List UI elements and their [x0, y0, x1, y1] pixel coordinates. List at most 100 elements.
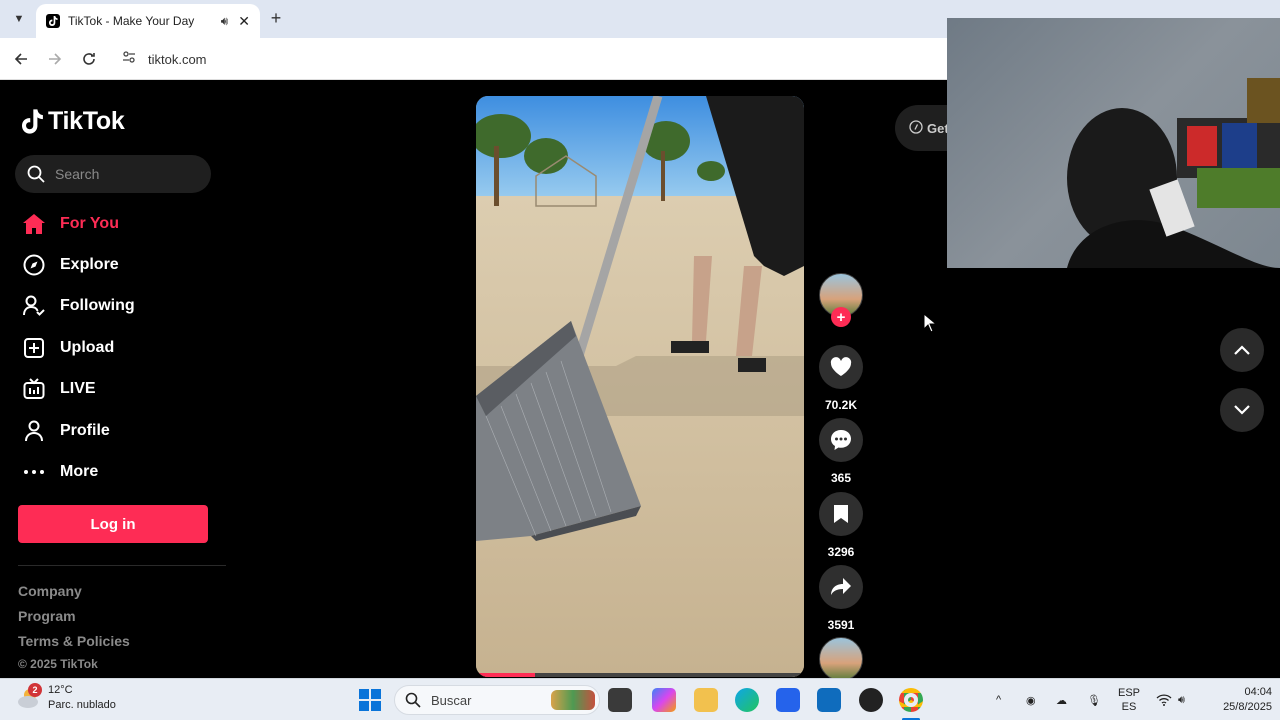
- search-icon: [27, 165, 45, 183]
- wifi-icon[interactable]: [1156, 679, 1172, 720]
- next-video-button[interactable]: [1220, 388, 1264, 432]
- back-icon[interactable]: [10, 48, 32, 70]
- language-top: ESP: [1118, 687, 1141, 699]
- site-settings-icon[interactable]: [122, 50, 136, 69]
- chrome-icon[interactable]: [899, 688, 923, 712]
- sidebar-item-explore[interactable]: Explore: [22, 244, 135, 285]
- video-progress-bar[interactable]: [476, 673, 804, 677]
- creator-avatar-button[interactable]: +: [818, 273, 864, 327]
- tiktok-logo-text: TikTok: [48, 107, 125, 135]
- tab-close-icon[interactable]: ✕: [238, 13, 250, 30]
- video-player[interactable]: [476, 96, 804, 677]
- tray-app-icon[interactable]: ◉: [1026, 679, 1036, 720]
- new-tab-button[interactable]: +: [266, 8, 286, 28]
- get-app-label: Get: [927, 120, 949, 136]
- chevron-down-icon: [1234, 405, 1250, 415]
- tab-audio-icon[interactable]: 🔊︎: [221, 14, 229, 29]
- weather-widget[interactable]: 2 12°C Parc. nublado: [16, 683, 116, 713]
- sidebar-item-label: Explore: [60, 256, 119, 274]
- comment-icon: [819, 418, 863, 462]
- forward-icon[interactable]: [44, 48, 66, 70]
- microphone-icon[interactable]: 🎙︎: [1087, 679, 1101, 720]
- live-tv-icon: [22, 377, 46, 401]
- sidebar-item-upload[interactable]: Upload: [22, 327, 135, 368]
- weather-cloud-icon: 2: [16, 683, 42, 711]
- windows-start-icon[interactable]: [358, 688, 382, 712]
- more-dots-icon: [22, 460, 46, 484]
- tab-search-chevron-icon[interactable]: ▼: [8, 8, 30, 30]
- search-placeholder: Search: [55, 166, 100, 182]
- copyright-text: © 2025 TikTok: [18, 657, 98, 671]
- taskbar-search-box[interactable]: Buscar: [394, 685, 600, 715]
- get-app-icon: [909, 119, 923, 137]
- sidebar-item-label: Profile: [60, 421, 110, 439]
- sidebar-item-label: LIVE: [60, 380, 96, 398]
- copilot-icon[interactable]: [652, 688, 676, 712]
- search-highlight-image: [551, 690, 595, 710]
- profile-icon: [22, 419, 46, 443]
- outlook-icon[interactable]: [817, 688, 841, 712]
- footer-link-terms[interactable]: Terms & Policies: [18, 633, 130, 649]
- mouse-cursor-icon: [923, 313, 937, 333]
- sidebar-item-profile[interactable]: Profile: [22, 410, 135, 451]
- sidebar-item-following[interactable]: Following: [22, 286, 135, 327]
- home-icon: [22, 212, 46, 236]
- footer-link-company[interactable]: Company: [18, 583, 82, 599]
- weather-description: Parc. nublado: [48, 699, 116, 711]
- clock-time: 04:04: [1244, 686, 1272, 698]
- webcam-person-image: [1067, 78, 1280, 268]
- browser-tab[interactable]: TikTok - Make Your Day 🔊︎ ✕: [36, 4, 260, 38]
- tiktok-logo-icon: [22, 109, 43, 134]
- task-view-icon[interactable]: [608, 688, 632, 712]
- heart-icon: [819, 345, 863, 389]
- sidebar-item-label: For You: [60, 214, 119, 232]
- previous-video-button[interactable]: [1220, 328, 1264, 372]
- windows-taskbar: 2 12°C Parc. nublado Buscar ^ ◉ ☁ 🎙︎ ESP…: [0, 678, 1280, 720]
- edge-browser-icon[interactable]: [735, 688, 759, 712]
- onedrive-icon[interactable]: ☁: [1056, 679, 1067, 720]
- following-icon: [22, 294, 46, 318]
- sidebar-item-label: Following: [60, 297, 135, 315]
- tab-title: TikTok - Make Your Day: [68, 14, 195, 28]
- weather-badge: 2: [28, 683, 42, 697]
- video-progress-fill: [476, 673, 536, 677]
- show-hidden-icons-icon[interactable]: ^: [996, 679, 1001, 720]
- search-input[interactable]: Search: [15, 155, 211, 193]
- like-button[interactable]: 70.2K: [818, 345, 864, 412]
- compass-icon: [22, 253, 46, 277]
- video-frame-image: [476, 96, 804, 677]
- comment-count: 365: [830, 471, 852, 485]
- sound-avatar-button[interactable]: [818, 637, 864, 681]
- login-button[interactable]: Log in: [18, 505, 208, 543]
- sidebar-item-live[interactable]: LIVE: [22, 369, 135, 410]
- webcam-overlay: [947, 18, 1280, 268]
- music-disc-avatar: [819, 637, 863, 681]
- sidebar-nav: For You Explore Following Upload LIVE Pr…: [22, 203, 135, 493]
- sidebar-item-label: More: [60, 463, 99, 481]
- upload-icon: [22, 336, 46, 360]
- sidebar-item-label: Upload: [60, 338, 115, 356]
- share-arrow-icon: [819, 565, 863, 609]
- sidebar-item-more[interactable]: More: [22, 451, 135, 492]
- share-count: 3591: [827, 618, 855, 632]
- language-indicator[interactable]: ESP ES: [1118, 679, 1140, 720]
- reload-icon[interactable]: [78, 48, 100, 70]
- footer-link-program[interactable]: Program: [18, 608, 76, 624]
- url-text: tiktok.com: [148, 51, 207, 67]
- tiktok-logo[interactable]: TikTok: [22, 107, 125, 136]
- comment-button[interactable]: 365: [818, 418, 864, 485]
- save-button[interactable]: 3296: [818, 492, 864, 559]
- search-icon: [405, 692, 421, 708]
- file-explorer-icon[interactable]: [694, 688, 718, 712]
- weather-temperature: 12°C: [48, 684, 73, 696]
- follow-plus-icon[interactable]: +: [831, 307, 851, 327]
- app-icon[interactable]: [859, 688, 883, 712]
- taskbar-search-label: Buscar: [431, 692, 472, 708]
- volume-icon[interactable]: 🔊︎: [1178, 679, 1185, 720]
- sidebar-item-for-you[interactable]: For You: [22, 203, 135, 244]
- system-clock[interactable]: 04:04 25/8/2025: [1202, 685, 1272, 715]
- store-icon[interactable]: [776, 688, 800, 712]
- tiktok-favicon-icon: [46, 14, 60, 28]
- language-bottom: ES: [1121, 701, 1137, 713]
- share-button[interactable]: 3591: [818, 565, 864, 632]
